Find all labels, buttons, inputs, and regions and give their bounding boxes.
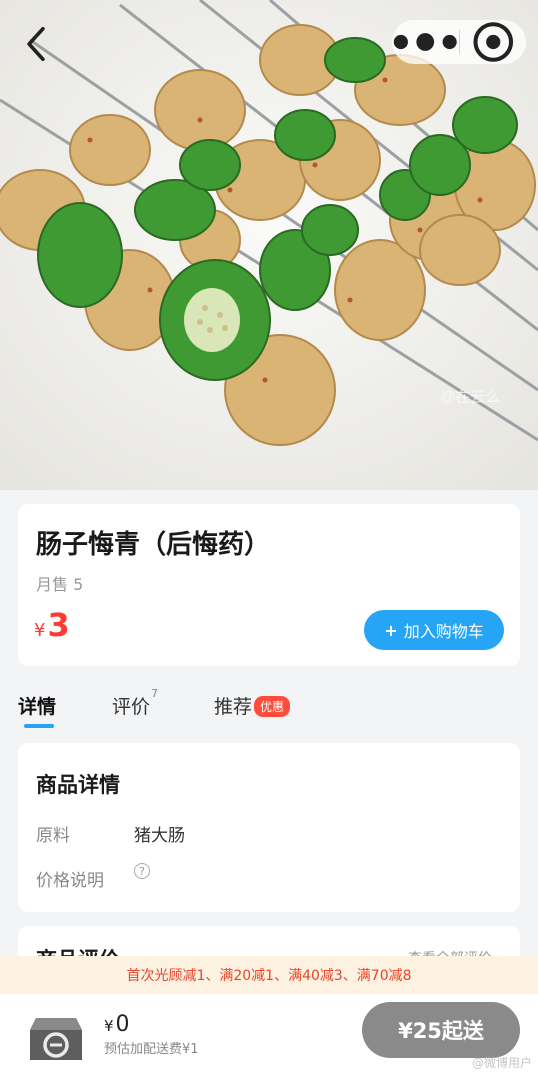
tab-reviews-label: 评价 — [112, 696, 151, 718]
cart-total-currency: ¥ — [104, 1017, 114, 1035]
discount-badge: 优惠 — [254, 696, 291, 717]
plus-icon: + — [384, 620, 398, 640]
product-price: ¥ 3 — [34, 606, 70, 644]
checkout-button[interactable]: ¥25起送 — [362, 1002, 520, 1058]
price-value: 3 — [47, 606, 70, 644]
tab-details[interactable]: 详情 — [18, 692, 56, 719]
checkout-label: ¥25起送 — [398, 1019, 484, 1043]
details-title: 商品详情 — [36, 773, 120, 797]
cart-total: ¥ 0 — [104, 1012, 130, 1037]
pepper-seeds — [184, 288, 240, 352]
image-watermark: @在云么 — [440, 389, 500, 406]
tab-recommend[interactable]: 推荐 优惠 — [214, 692, 291, 719]
target-circle-icon — [472, 22, 513, 62]
product-details-card: 商品详情 原料 猪大肠 价格说明 ? — [18, 743, 520, 912]
review-count: 7 — [151, 686, 159, 700]
back-button[interactable] — [18, 26, 54, 62]
food-photo: @在云么 — [0, 0, 538, 490]
chevron-left-icon — [27, 26, 45, 62]
cart-bag-icon — [30, 1018, 82, 1060]
promo-text: 首次光顾减1、满20减1、满40减3、满70减8 — [126, 968, 412, 984]
detail-tabs: 详情 评价7 推荐 优惠 — [0, 684, 538, 728]
price-note-label: 价格说明 — [36, 871, 104, 891]
help-circle-icon[interactable]: ? — [134, 863, 150, 879]
cart-total-value: 0 — [115, 1012, 130, 1037]
add-to-cart-label: 加入购物车 — [403, 622, 484, 641]
price-currency: ¥ — [34, 620, 46, 641]
cart-bar: ¥ 0 预估加配送费¥1 ¥25起送 @微博用户 — [0, 994, 538, 1080]
more-button[interactable] — [392, 20, 459, 64]
tab-reviews[interactable]: 评价7 — [112, 687, 158, 719]
product-name: 肠子悔青（后悔药） — [36, 530, 271, 560]
promo-banner: 首次光顾减1、满20减1、满40减3、满70减8 — [0, 956, 538, 994]
active-tab-indicator — [24, 724, 54, 728]
cart-button[interactable] — [24, 1004, 88, 1066]
mini-program-capsule — [392, 20, 526, 64]
tab-recommend-label: 推荐 — [214, 696, 253, 718]
product-info-card: 肠子悔青（后悔药） 月售 5 ¥ 3 + 加入购物车 — [18, 504, 520, 666]
monthly-sales: 月售 5 — [36, 575, 84, 594]
close-program-button[interactable] — [460, 20, 527, 64]
delivery-fee-note: 预估加配送费¥1 — [104, 1042, 199, 1057]
weibo-watermark: @微博用户 — [471, 1056, 532, 1070]
ingredient-label: 原料 — [36, 826, 70, 846]
tab-details-label: 详情 — [18, 696, 57, 718]
product-image: @在云么 — [0, 0, 538, 490]
add-to-cart-button[interactable]: + 加入购物车 — [364, 610, 504, 650]
more-dots-icon — [393, 33, 457, 51]
ingredient-value: 猪大肠 — [134, 826, 185, 846]
